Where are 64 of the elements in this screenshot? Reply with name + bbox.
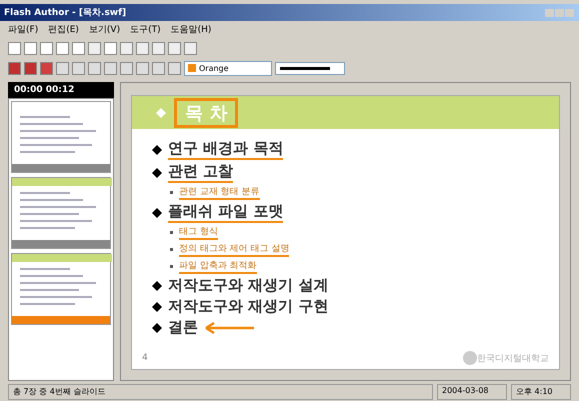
menu-item[interactable]: 편집(E) bbox=[48, 23, 79, 36]
diamond-bullet-icon bbox=[152, 302, 162, 312]
slide-thumbnail[interactable] bbox=[11, 253, 111, 325]
outline-subitem: 정의 태그와 제어 태그 설명 bbox=[179, 242, 290, 257]
toolbar-icon[interactable] bbox=[120, 62, 133, 74]
diamond-bullet-icon bbox=[152, 144, 162, 154]
seal-icon bbox=[463, 351, 477, 365]
bullet-icon bbox=[170, 265, 173, 268]
toolbar-icon[interactable] bbox=[8, 62, 21, 74]
toolbar-icon[interactable] bbox=[40, 42, 53, 54]
diamond-bullet-icon bbox=[152, 322, 162, 332]
diamond-icon bbox=[156, 108, 166, 118]
outline-subitem: 관련 교재 형태 분류 bbox=[179, 185, 260, 200]
logo-text: 한국디지털대학교 bbox=[477, 352, 549, 364]
outline-subitem: 태그 형식 bbox=[179, 225, 218, 240]
toolbar-icon[interactable] bbox=[72, 62, 85, 74]
diamond-bullet-icon bbox=[152, 168, 162, 178]
toolbar-icon[interactable] bbox=[168, 42, 181, 54]
outline-item: 저작도구와 재생기 설계 bbox=[168, 276, 328, 295]
window-title: Flash Author - [목차.swf] bbox=[4, 7, 126, 19]
toolbar-icon[interactable] bbox=[104, 42, 117, 54]
outline-item: 관련 고찰 bbox=[168, 162, 234, 183]
bullet-icon bbox=[170, 231, 173, 234]
toolbar-icon[interactable] bbox=[88, 42, 101, 54]
line-width-dropdown[interactable] bbox=[275, 62, 345, 74]
toolbar-icon[interactable] bbox=[136, 42, 149, 54]
toolbar-icon[interactable] bbox=[56, 42, 69, 54]
slide-thumbnail[interactable] bbox=[11, 101, 111, 173]
toolbar-icon[interactable] bbox=[56, 62, 69, 74]
menu-item[interactable]: 보기(V) bbox=[88, 23, 120, 36]
toolbar-icon[interactable] bbox=[120, 42, 133, 54]
toolbar-icon[interactable] bbox=[136, 62, 149, 74]
page-number: 4 bbox=[142, 353, 148, 363]
diamond-bullet-icon bbox=[152, 280, 162, 290]
toolbar-icon[interactable] bbox=[24, 62, 37, 74]
slide-title: 목 차 bbox=[174, 98, 238, 128]
menu-item[interactable]: 도움말(H) bbox=[170, 23, 212, 36]
toolbar-icon[interactable] bbox=[72, 42, 85, 54]
menu-item[interactable]: 도구(T) bbox=[130, 23, 161, 36]
color-swatch-icon bbox=[188, 64, 196, 72]
menu-item[interactable]: 파일(F) bbox=[8, 23, 38, 36]
toolbar-icon[interactable] bbox=[152, 62, 165, 74]
toolbar-icon[interactable] bbox=[8, 42, 21, 54]
diamond-bullet-icon bbox=[152, 208, 162, 218]
slide-thumbnail[interactable] bbox=[11, 177, 111, 249]
color-dropdown[interactable]: Orange bbox=[184, 60, 272, 76]
toolbar-icon[interactable] bbox=[88, 62, 101, 74]
toolbar-icon[interactable] bbox=[184, 42, 197, 54]
outline-item: 결론 bbox=[168, 318, 198, 337]
outline-item: 연구 배경과 목적 bbox=[168, 139, 284, 160]
outline-item: 저작도구와 재생기 구현 bbox=[168, 297, 328, 316]
toolbar-icon[interactable] bbox=[104, 62, 117, 74]
timer-display: 00:00 00:12 bbox=[8, 82, 114, 98]
toolbar-icon[interactable] bbox=[24, 42, 37, 54]
bullet-icon bbox=[170, 191, 173, 194]
toolbar-icon[interactable] bbox=[168, 62, 181, 74]
status-date: 2004-03-08 bbox=[437, 384, 507, 400]
outline-subitem: 파일 압축과 최적화 bbox=[179, 259, 257, 274]
status-time: 오후 4:10 bbox=[511, 384, 571, 400]
status-text: 총 7장 중 4번째 슬라이드 bbox=[8, 384, 433, 400]
toolbar-icon[interactable] bbox=[40, 62, 53, 74]
toolbar-icon[interactable] bbox=[152, 42, 165, 54]
outline-item: 플래쉬 파일 포맷 bbox=[168, 202, 284, 223]
bullet-icon bbox=[170, 248, 173, 251]
